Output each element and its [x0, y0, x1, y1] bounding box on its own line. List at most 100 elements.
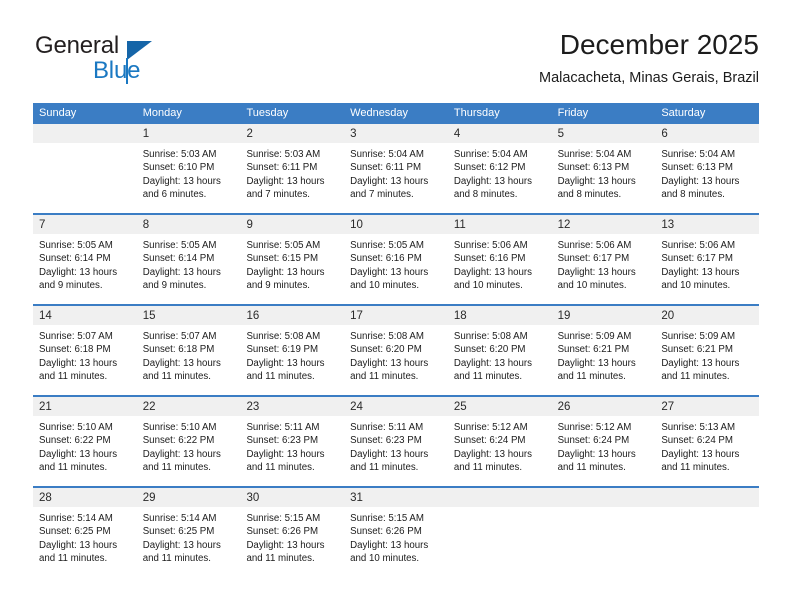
day-details: Sunrise: 5:09 AM Sunset: 6:21 PM Daylight:…	[655, 325, 760, 395]
daylight-text: Daylight: 13 hours	[246, 357, 325, 369]
day-cell-28[interactable]: 28 Sunrise: 5:14 AM Sunset: 6:25 PM Dayligh…	[33, 488, 137, 577]
day-cell-22[interactable]: 22 Sunrise: 5:10 AM Sunset: 6:22 PM Dayligh…	[136, 397, 241, 486]
day-cell-4[interactable]: 4 Sunrise: 5:04 AM Sunset: 6:12 PM Daylight…	[447, 124, 552, 213]
day-details: Sunrise: 5:08 AM Sunset: 6:20 PM Daylight:…	[447, 325, 552, 395]
day-details: Sunrise: 5:11 AM Sunset: 6:23 PM Daylight:…	[344, 416, 448, 486]
sunrise-text: Sunrise: 5:06 AM	[453, 240, 528, 251]
calendar-week-row: 28 Sunrise: 5:14 AM Sunset: 6:25 PM Dayligh…	[33, 486, 760, 577]
day-cell-12[interactable]: 12 Sunrise: 5:06 AM Sunset: 6:17 PM Dayligh…	[551, 215, 656, 304]
day-number: 4	[453, 128, 461, 140]
day-cell-1[interactable]: 1 Sunrise: 5:03 AM Sunset: 6:10 PM Daylight…	[136, 124, 241, 213]
sunrise-text: Sunrise: 5:05 AM	[246, 240, 321, 251]
day-cell-20[interactable]: 20 Sunrise: 5:09 AM Sunset: 6:21 PM Dayligh…	[655, 306, 760, 395]
day-cell-14[interactable]: 14 Sunrise: 5:07 AM Sunset: 6:18 PM Dayligh…	[33, 306, 137, 395]
day-number-band	[33, 124, 137, 143]
logo[interactable]: General Blue	[33, 32, 223, 88]
sunrise-text: Sunrise: 5:10 AM	[142, 422, 217, 433]
day-cell-empty	[551, 488, 656, 577]
day-cell-6[interactable]: 6 Sunrise: 5:04 AM Sunset: 6:13 PM Daylight…	[655, 124, 760, 213]
sunset-text: Sunset: 6:18 PM	[39, 344, 111, 356]
day-number-band: 11	[447, 215, 552, 234]
day-details: Sunrise: 5:06 AM Sunset: 6:16 PM Daylight:…	[447, 234, 552, 304]
day-cell-11[interactable]: 11 Sunrise: 5:06 AM Sunset: 6:16 PM Dayligh…	[447, 215, 552, 304]
daylight-text-cont: and 6 minutes.	[142, 189, 207, 201]
day-cell-5[interactable]: 5 Sunrise: 5:04 AM Sunset: 6:13 PM Daylight…	[551, 124, 656, 213]
day-cell-3[interactable]: 3 Sunrise: 5:04 AM Sunset: 6:11 PM Daylight…	[344, 124, 448, 213]
sunrise-text: Sunrise: 5:04 AM	[453, 149, 528, 160]
weekday-header-friday: Friday	[557, 107, 589, 119]
day-number-band: 30	[240, 488, 345, 507]
day-number-band: 19	[551, 306, 656, 325]
daylight-text-cont: and 10 minutes.	[350, 553, 420, 565]
calendar-page: General Blue December 2025 Malacacheta, …	[0, 0, 792, 612]
sunset-text: Sunset: 6:11 PM	[350, 162, 422, 174]
sunrise-text: Sunrise: 5:11 AM	[350, 422, 424, 433]
sunrise-text: Sunrise: 5:04 AM	[557, 149, 632, 160]
sunset-text: Sunset: 6:22 PM	[142, 435, 215, 447]
day-cell-26[interactable]: 26 Sunrise: 5:12 AM Sunset: 6:24 PM Dayligh…	[551, 397, 656, 486]
calendar-weeks: 1 Sunrise: 5:03 AM Sunset: 6:10 PM Daylight…	[33, 124, 760, 577]
day-cell-17[interactable]: 17 Sunrise: 5:08 AM Sunset: 6:20 PM Dayligh…	[344, 306, 448, 395]
sunset-text: Sunset: 6:13 PM	[557, 162, 630, 174]
daylight-text-cont: and 10 minutes.	[557, 280, 627, 292]
day-cell-29[interactable]: 29 Sunrise: 5:14 AM Sunset: 6:25 PM Dayligh…	[136, 488, 241, 577]
weekday-header-sunday: Sunday	[39, 107, 77, 119]
day-cell-10[interactable]: 10 Sunrise: 5:05 AM Sunset: 6:16 PM Dayligh…	[344, 215, 448, 304]
calendar-week-row: 14 Sunrise: 5:07 AM Sunset: 6:18 PM Dayligh…	[33, 304, 760, 395]
daylight-text-cont: and 11 minutes.	[39, 462, 108, 474]
calendar-grid: Sunday Monday Tuesday Wednesday Thursday Frid…	[33, 103, 760, 577]
day-details	[655, 507, 760, 577]
day-cell-9[interactable]: 9 Sunrise: 5:05 AM Sunset: 6:15 PM Daylight…	[240, 215, 345, 304]
day-number-band: 23	[240, 397, 345, 416]
daylight-text: Daylight: 13 hours	[142, 448, 221, 460]
day-number-band: 9	[240, 215, 345, 234]
daylight-text: Daylight: 13 hours	[246, 175, 325, 187]
day-number-band: 28	[33, 488, 137, 507]
day-cell-2[interactable]: 2 Sunrise: 5:03 AM Sunset: 6:11 PM Daylight…	[240, 124, 345, 213]
sunrise-text: Sunrise: 5:07 AM	[39, 331, 113, 342]
daylight-text: Daylight: 13 hours	[39, 357, 118, 369]
day-cell-8[interactable]: 8 Sunrise: 5:05 AM Sunset: 6:14 PM Daylight…	[136, 215, 241, 304]
day-cell-31[interactable]: 31 Sunrise: 5:15 AM Sunset: 6:26 PM Dayligh…	[344, 488, 448, 577]
day-number-band: 15	[136, 306, 241, 325]
day-details: Sunrise: 5:09 AM Sunset: 6:21 PM Daylight:…	[551, 325, 656, 395]
day-number: 13	[661, 219, 675, 231]
day-cell-27[interactable]: 27 Sunrise: 5:13 AM Sunset: 6:24 PM Dayligh…	[655, 397, 760, 486]
day-cell-7[interactable]: 7 Sunrise: 5:05 AM Sunset: 6:14 PM Daylight…	[33, 215, 137, 304]
day-cell-24[interactable]: 24 Sunrise: 5:11 AM Sunset: 6:23 PM Dayligh…	[344, 397, 448, 486]
day-details	[551, 507, 656, 577]
day-number: 12	[557, 219, 571, 231]
day-cell-25[interactable]: 25 Sunrise: 5:12 AM Sunset: 6:24 PM Dayligh…	[447, 397, 552, 486]
day-number: 30	[246, 492, 260, 504]
daylight-text-cont: and 10 minutes.	[350, 280, 420, 292]
day-cell-15[interactable]: 15 Sunrise: 5:07 AM Sunset: 6:18 PM Dayligh…	[136, 306, 241, 395]
day-details: Sunrise: 5:12 AM Sunset: 6:24 PM Daylight:…	[551, 416, 656, 486]
day-cell-16[interactable]: 16 Sunrise: 5:08 AM Sunset: 6:19 PM Dayligh…	[240, 306, 345, 395]
daylight-text: Daylight: 13 hours	[557, 448, 636, 460]
day-number: 15	[142, 310, 156, 322]
day-cell-19[interactable]: 19 Sunrise: 5:09 AM Sunset: 6:21 PM Dayligh…	[551, 306, 656, 395]
weekday-header-row: Sunday Monday Tuesday Wednesday Thursday Frid…	[33, 103, 759, 124]
sunrise-text: Sunrise: 5:12 AM	[453, 422, 528, 433]
day-number-band	[551, 488, 656, 507]
sunrise-text: Sunrise: 5:05 AM	[142, 240, 217, 251]
day-number: 21	[39, 401, 52, 413]
sunrise-text: Sunrise: 5:15 AM	[246, 513, 321, 524]
sunset-text: Sunset: 6:16 PM	[453, 253, 526, 265]
day-details: Sunrise: 5:15 AM Sunset: 6:26 PM Daylight:…	[344, 507, 448, 577]
sunset-text: Sunset: 6:17 PM	[557, 253, 630, 265]
day-cell-13[interactable]: 13 Sunrise: 5:06 AM Sunset: 6:17 PM Dayligh…	[655, 215, 760, 304]
day-cell-18[interactable]: 18 Sunrise: 5:08 AM Sunset: 6:20 PM Dayligh…	[447, 306, 552, 395]
weekday-header-monday: Monday	[142, 107, 182, 119]
day-cell-30[interactable]: 30 Sunrise: 5:15 AM Sunset: 6:26 PM Dayligh…	[240, 488, 345, 577]
day-cell-23[interactable]: 23 Sunrise: 5:11 AM Sunset: 6:23 PM Dayligh…	[240, 397, 345, 486]
daylight-text-cont: and 11 minutes.	[246, 371, 315, 383]
sunset-text: Sunset: 6:25 PM	[39, 526, 111, 538]
daylight-text: Daylight: 13 hours	[453, 175, 532, 187]
day-details: Sunrise: 5:07 AM Sunset: 6:18 PM Daylight:…	[136, 325, 241, 395]
day-number: 14	[39, 310, 52, 322]
daylight-text: Daylight: 13 hours	[557, 266, 636, 278]
day-details: Sunrise: 5:13 AM Sunset: 6:24 PM Daylight:…	[655, 416, 760, 486]
day-cell-21[interactable]: 21 Sunrise: 5:10 AM Sunset: 6:22 PM Dayligh…	[33, 397, 137, 486]
day-number-band: 3	[344, 124, 448, 143]
